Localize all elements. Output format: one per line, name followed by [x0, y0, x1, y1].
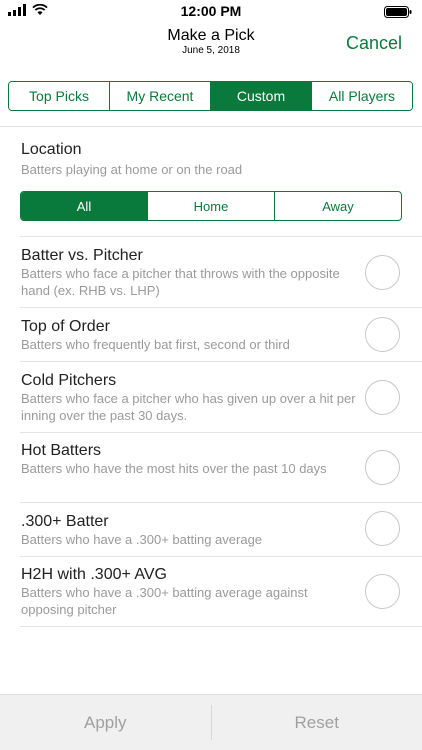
location-description: Batters playing at home or on the road [21, 162, 243, 177]
bottom-action-bar: Apply Reset [0, 694, 422, 750]
option-title-top-of-order: Top of Order [21, 318, 110, 335]
status-bar: 12:00 PM [0, 0, 422, 22]
option-title-batter-vs-pitcher: Batter vs. Pitcher [21, 247, 143, 264]
option-desc-h2h-300-avg: Batters who have a .300+ batting average… [21, 585, 308, 617]
divider [20, 307, 422, 308]
tab-my-recent[interactable]: My Recent [110, 82, 211, 110]
location-title: Location [21, 141, 82, 158]
divider [20, 626, 422, 627]
battery-icon [384, 6, 412, 18]
divider [20, 556, 422, 557]
radio-hot-batters[interactable] [365, 450, 400, 485]
option-desc-300-batter: Batters who have a .300+ batting average [21, 532, 263, 547]
radio-batter-vs-pitcher[interactable] [365, 255, 400, 290]
option-title-hot-batters: Hot Batters [21, 442, 102, 459]
radio-cold-pitchers[interactable] [365, 380, 400, 415]
radio-top-of-order[interactable] [365, 317, 400, 352]
segment-all[interactable]: All [21, 192, 148, 220]
option-desc-cold-pitchers: Batters who face a pitcher who has given… [21, 391, 356, 423]
option-title-300-batter: .300+ Batter [21, 513, 109, 530]
divider [20, 502, 422, 503]
tab-all-players[interactable]: All Players [312, 82, 412, 110]
location-segmented-control: All Home Away [20, 191, 402, 221]
option-desc-hot-batters: Batters who have the most hits over the … [21, 461, 327, 476]
status-right [384, 5, 412, 23]
divider [20, 361, 422, 362]
nav-header: Make a Pick June 5, 2018 Cancel [0, 22, 422, 66]
divider [20, 432, 422, 433]
segment-away[interactable]: Away [275, 192, 401, 220]
filter-tabs: Top Picks My Recent Custom All Players [8, 81, 413, 111]
status-time: 12:00 PM [180, 3, 242, 19]
divider [20, 236, 422, 237]
divider [0, 126, 422, 127]
option-desc-batter-vs-pitcher: Batters who face a pitcher that throws w… [21, 266, 340, 298]
option-title-h2h-300-avg: H2H with .300+ AVG [21, 566, 167, 583]
tab-top-picks[interactable]: Top Picks [9, 82, 110, 110]
option-title-cold-pitchers: Cold Pitchers [21, 372, 117, 389]
tab-custom[interactable]: Custom [211, 82, 312, 110]
radio-h2h-300-avg[interactable] [365, 574, 400, 609]
segment-home[interactable]: Home [148, 192, 275, 220]
reset-button[interactable]: Reset [212, 695, 422, 750]
cancel-button[interactable]: Cancel [346, 33, 402, 54]
radio-300-batter[interactable] [365, 511, 400, 546]
option-desc-top-of-order: Batters who frequently bat first, second… [21, 337, 290, 352]
apply-button[interactable]: Apply [0, 695, 211, 750]
